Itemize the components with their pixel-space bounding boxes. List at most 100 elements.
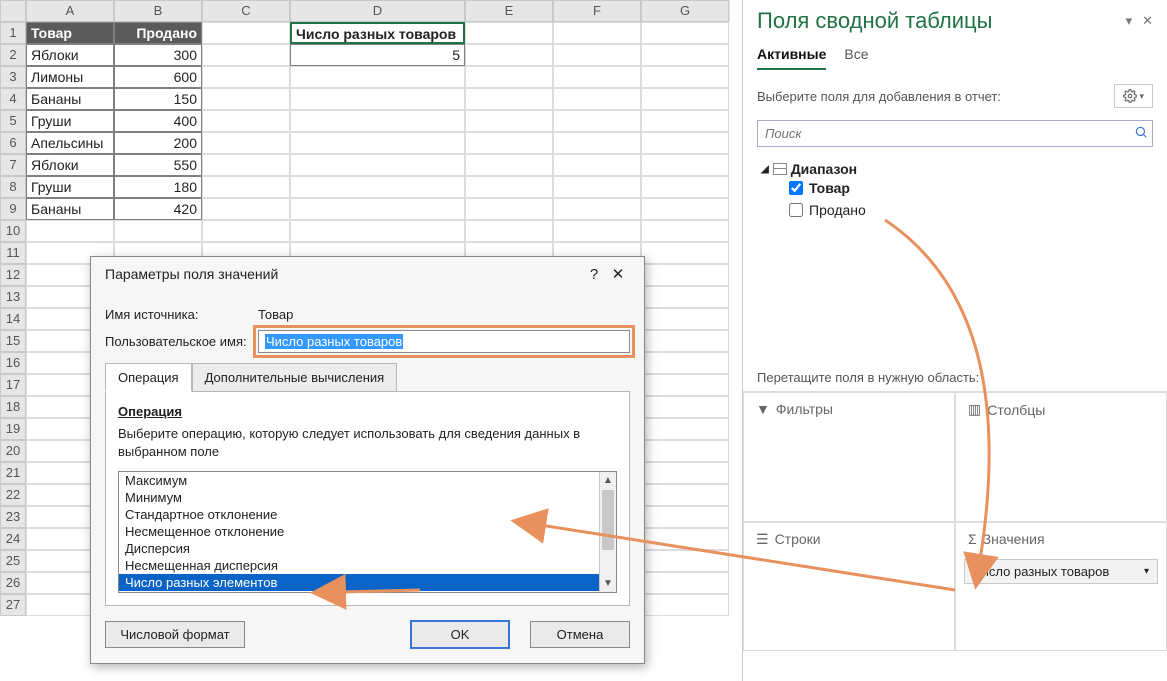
cell[interactable] xyxy=(202,88,290,110)
zone-filters[interactable]: ▼Фильтры xyxy=(743,392,955,522)
cell[interactable] xyxy=(202,110,290,132)
col-header-c[interactable]: C xyxy=(202,0,290,22)
cell[interactable] xyxy=(465,66,553,88)
row-header[interactable]: 24 xyxy=(0,528,26,550)
field-checkbox-prodano[interactable] xyxy=(789,203,803,217)
cell[interactable] xyxy=(553,132,641,154)
cell[interactable] xyxy=(553,154,641,176)
cell[interactable]: Бананы xyxy=(26,88,114,110)
cell[interactable] xyxy=(202,132,290,154)
cell[interactable]: 5 xyxy=(290,44,465,66)
help-button[interactable]: ? xyxy=(582,266,606,283)
list-item[interactable]: Несмещенная дисперсия xyxy=(119,557,616,574)
row-header[interactable]: 25 xyxy=(0,550,26,572)
cell[interactable] xyxy=(202,66,290,88)
cell[interactable] xyxy=(641,330,729,352)
cell[interactable] xyxy=(641,594,729,616)
list-item[interactable]: Число разных элементов xyxy=(119,574,616,591)
cell[interactable] xyxy=(641,66,729,88)
cell[interactable] xyxy=(553,110,641,132)
cell[interactable] xyxy=(290,132,465,154)
row-header[interactable]: 20 xyxy=(0,440,26,462)
value-field-pill[interactable]: Число разных товаров ▾ xyxy=(964,559,1158,584)
cell[interactable]: Лимоны xyxy=(26,66,114,88)
cell[interactable] xyxy=(290,154,465,176)
row-header[interactable]: 4 xyxy=(0,88,26,110)
cell[interactable]: Яблоки xyxy=(26,44,114,66)
row-header[interactable]: 11 xyxy=(0,242,26,264)
row-header[interactable]: 16 xyxy=(0,352,26,374)
operation-listbox[interactable]: МаксимумМинимумСтандартное отклонениеНес… xyxy=(118,471,617,593)
close-button[interactable]: ✕ xyxy=(606,265,630,283)
select-all-corner[interactable] xyxy=(0,0,26,22)
field-checkbox-tovar[interactable] xyxy=(789,181,803,195)
tab-active[interactable]: Активные xyxy=(757,46,826,70)
cell[interactable]: Груши xyxy=(26,110,114,132)
cell[interactable] xyxy=(641,352,729,374)
cell[interactable]: Бананы xyxy=(26,198,114,220)
cell[interactable] xyxy=(202,44,290,66)
row-header[interactable]: 19 xyxy=(0,418,26,440)
cell[interactable] xyxy=(641,242,729,264)
col-header-g[interactable]: G xyxy=(641,0,729,22)
cell[interactable] xyxy=(553,198,641,220)
zone-values[interactable]: ΣЗначения Число разных товаров ▾ xyxy=(955,522,1167,652)
row-header[interactable]: 17 xyxy=(0,374,26,396)
cell[interactable] xyxy=(641,484,729,506)
cell[interactable] xyxy=(465,220,553,242)
cell[interactable] xyxy=(202,154,290,176)
cell[interactable] xyxy=(641,110,729,132)
row-header[interactable]: 8 xyxy=(0,176,26,198)
cell[interactable] xyxy=(290,220,465,242)
row-header[interactable]: 21 xyxy=(0,462,26,484)
cell[interactable] xyxy=(290,198,465,220)
cell[interactable] xyxy=(465,110,553,132)
cell[interactable]: 400 xyxy=(114,110,202,132)
row-header[interactable]: 9 xyxy=(0,198,26,220)
cell[interactable] xyxy=(553,88,641,110)
cell[interactable] xyxy=(202,176,290,198)
col-header-f[interactable]: F xyxy=(553,0,641,22)
ok-button[interactable]: OK xyxy=(410,620,510,649)
field-item-tovar[interactable]: Товар xyxy=(761,177,1149,199)
cell[interactable] xyxy=(465,22,553,44)
row-header[interactable]: 5 xyxy=(0,110,26,132)
cell[interactable] xyxy=(641,418,729,440)
cell[interactable] xyxy=(641,572,729,594)
row-header[interactable]: 26 xyxy=(0,572,26,594)
tab-operation[interactable]: Операция xyxy=(105,363,192,392)
row-header[interactable]: 15 xyxy=(0,330,26,352)
col-header-a[interactable]: A xyxy=(26,0,114,22)
cell[interactable] xyxy=(641,154,729,176)
col-header-b[interactable]: B xyxy=(114,0,202,22)
search-input[interactable] xyxy=(762,123,1134,144)
cell[interactable] xyxy=(641,44,729,66)
scroll-thumb[interactable] xyxy=(602,490,614,550)
cell[interactable]: Продано xyxy=(114,22,202,44)
cell[interactable]: Груши xyxy=(26,176,114,198)
cell[interactable] xyxy=(641,198,729,220)
cell[interactable]: 150 xyxy=(114,88,202,110)
cell[interactable] xyxy=(641,88,729,110)
cell[interactable] xyxy=(202,198,290,220)
cell[interactable] xyxy=(641,440,729,462)
custom-name-input[interactable]: Число разных товаров xyxy=(258,330,630,353)
cell[interactable] xyxy=(641,264,729,286)
row-header[interactable]: 22 xyxy=(0,484,26,506)
cell[interactable] xyxy=(553,22,641,44)
cell[interactable] xyxy=(290,176,465,198)
row-header[interactable]: 14 xyxy=(0,308,26,330)
tab-additional-calc[interactable]: Дополнительные вычисления xyxy=(192,363,398,392)
scrollbar[interactable]: ▲ ▼ xyxy=(599,472,616,592)
dropdown-icon[interactable]: ▾ xyxy=(1126,13,1133,29)
row-header[interactable]: 23 xyxy=(0,506,26,528)
row-header[interactable]: 18 xyxy=(0,396,26,418)
cell[interactable]: 600 xyxy=(114,66,202,88)
list-item[interactable]: Дисперсия xyxy=(119,540,616,557)
cell[interactable] xyxy=(641,528,729,550)
cell[interactable] xyxy=(641,506,729,528)
number-format-button[interactable]: Числовой формат xyxy=(105,621,245,648)
cancel-button[interactable]: Отмена xyxy=(530,621,630,648)
cell[interactable] xyxy=(465,132,553,154)
cell[interactable]: Товар xyxy=(26,22,114,44)
